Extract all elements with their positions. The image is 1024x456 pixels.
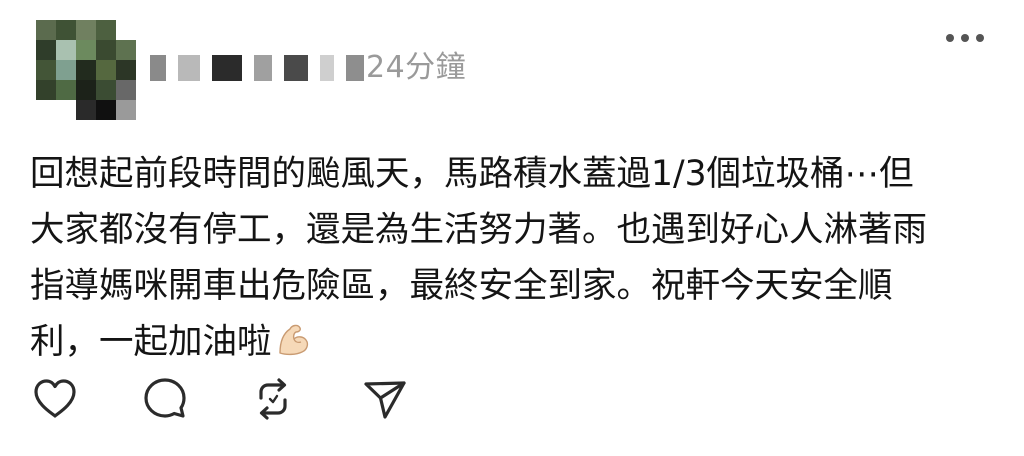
repost-icon — [259, 378, 287, 420]
post-body-line: 利，一起加油啦 — [30, 322, 272, 362]
post-body-line-last: 利，一起加油啦 — [30, 314, 990, 370]
post-body: 回想起前段時間的颱風天，馬路積水蓋過1/3個垃圾桶⋯但 大家都沒有停工，還是為生… — [30, 146, 990, 370]
more-options-button[interactable] — [946, 32, 984, 44]
share-icon — [364, 381, 406, 419]
post-body-line: 指導媽咪開車出危險區，最終安全到家。祝軒今天安全順 — [30, 266, 893, 306]
avatar[interactable] — [36, 20, 136, 120]
heart-icon — [34, 379, 76, 418]
comment-button[interactable] — [138, 372, 192, 426]
username-blurred[interactable] — [150, 55, 364, 81]
post-body-line: 大家都沒有停工，還是為生活努力著。也遇到好心人淋著雨 — [30, 210, 927, 250]
post-header: 24分鐘 — [150, 46, 466, 90]
share-button[interactable] — [358, 372, 412, 426]
post-timestamp: 24分鐘 — [366, 50, 467, 85]
more-horizontal-icon — [946, 34, 954, 42]
repost-button[interactable] — [246, 372, 300, 426]
comment-icon — [144, 378, 186, 418]
post-body-line: 回想起前段時間的颱風天，馬路積水蓋過1/3個垃圾桶⋯但 — [30, 154, 914, 194]
flexed-biceps-icon — [274, 319, 314, 359]
like-button[interactable] — [28, 372, 82, 426]
